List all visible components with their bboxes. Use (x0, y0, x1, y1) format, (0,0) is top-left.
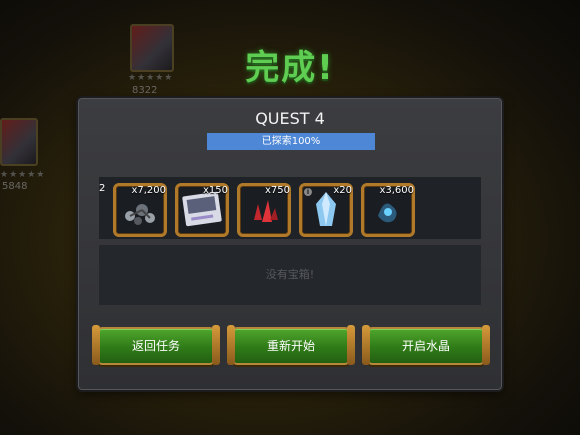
button-cap-right (212, 325, 220, 365)
background-champion-portrait-2 (0, 118, 38, 166)
reward-qty: x750 (264, 185, 290, 196)
open-crystal-label: 开启水晶 (401, 339, 450, 353)
reward-qty: x20 (333, 185, 352, 196)
info-icon[interactable]: i (304, 188, 312, 196)
button-cap-right (482, 325, 490, 365)
chest-area: 没有宝箱! (99, 245, 481, 305)
exploration-progress-label: 已探索100% (261, 136, 321, 147)
no-chest-message: 没有宝箱! (265, 268, 315, 281)
back-to-quest-label: 返回任务 (131, 339, 180, 353)
reward-item-red-shards[interactable]: x750 (237, 183, 291, 237)
reward-item-card[interactable]: x150 (175, 183, 229, 237)
button-cap-right (347, 325, 355, 365)
exploration-progress-bar: 已探索100% (207, 133, 375, 150)
quest-name: QUEST 4 (255, 109, 325, 128)
partial-reward-qty: 2 (99, 183, 106, 194)
completion-title: 完成! (245, 48, 335, 88)
reward-item-catalyst[interactable]: x3,600 (361, 183, 415, 237)
reward-strip[interactable]: 2 x7,200 x150 x750 i x20 x3,600 (99, 177, 481, 239)
reward-qty: x150 (202, 185, 228, 196)
button-cap-left (362, 325, 370, 365)
restart-label: 重新开始 (266, 339, 315, 353)
restart-button[interactable]: 重新开始 (227, 325, 355, 365)
reward-qty: x3,600 (379, 185, 414, 196)
reward-item-iso8[interactable]: x7,200 (113, 183, 167, 237)
back-to-quest-button[interactable]: 返回任务 (92, 325, 220, 365)
background-champion-rating-2: 5848 (2, 181, 28, 192)
reward-item-crystal[interactable]: i x20 (299, 183, 353, 237)
button-cap-left (92, 325, 100, 365)
open-crystal-button[interactable]: 开启水晶 (362, 325, 490, 365)
button-cap-left (227, 325, 235, 365)
reward-qty: x7,200 (131, 185, 166, 196)
quest-result-panel: QUEST 4 已探索100% 2 x7,200 x150 x750 i x20… (78, 98, 502, 390)
background-champion-stars-2: ★★★★★ (0, 170, 46, 180)
